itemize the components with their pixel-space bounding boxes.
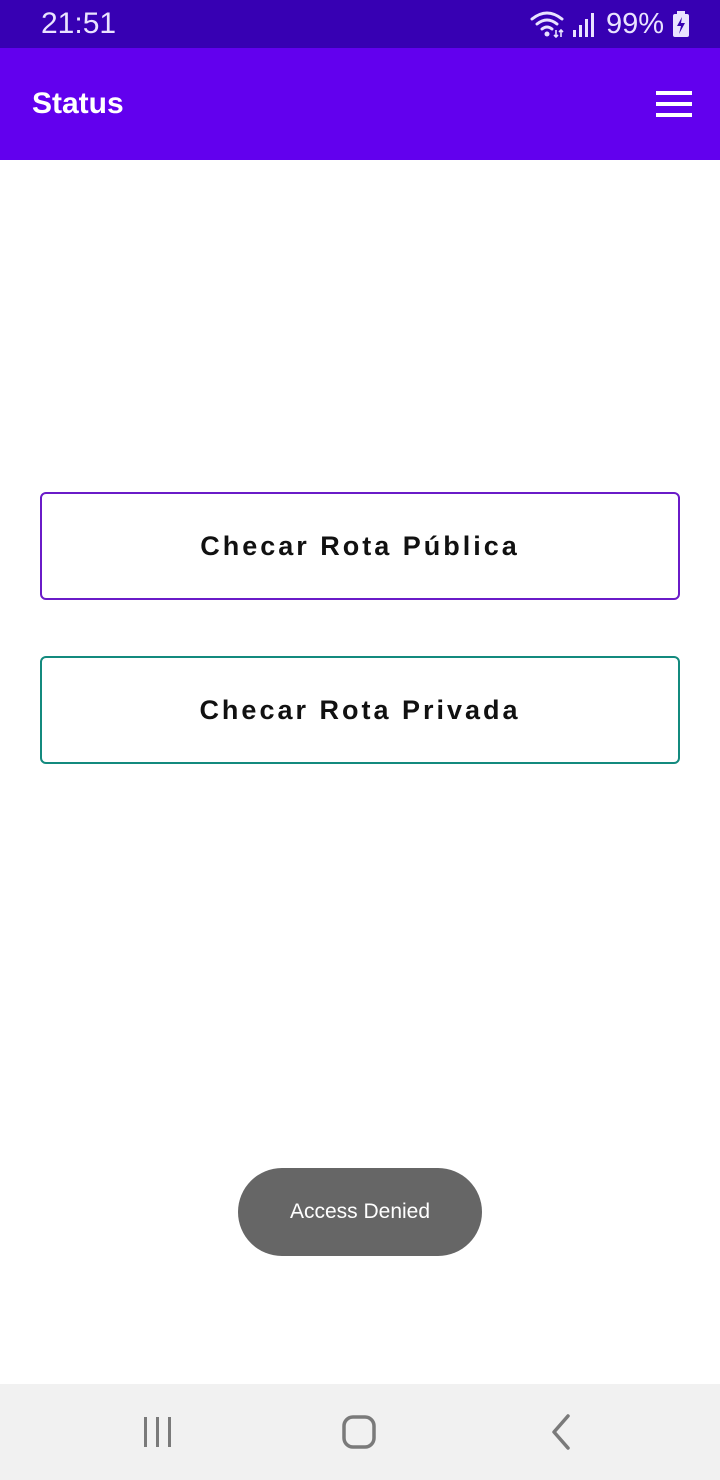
hamburger-menu-icon bbox=[656, 91, 692, 117]
battery-charging-icon bbox=[672, 10, 690, 38]
app-bar: Status bbox=[0, 48, 720, 160]
check-private-route-button[interactable]: Checar Rota Privada bbox=[40, 656, 680, 764]
battery-percentage: 99% bbox=[605, 8, 664, 40]
status-bar: 21:51 99% bbox=[0, 0, 720, 48]
check-public-route-label: Checar Rota Pública bbox=[200, 530, 520, 561]
status-icons: 99% bbox=[530, 6, 690, 42]
navigation-bar bbox=[0, 1384, 720, 1480]
recents-icon bbox=[144, 1417, 171, 1447]
wifi-icon bbox=[530, 10, 564, 38]
check-private-route-label: Checar Rota Privada bbox=[199, 694, 521, 725]
back-button[interactable] bbox=[537, 1408, 585, 1456]
home-icon bbox=[342, 1415, 376, 1449]
check-public-route-button[interactable]: Checar Rota Pública bbox=[40, 492, 680, 600]
back-icon bbox=[552, 1414, 570, 1450]
signal-icon bbox=[572, 10, 598, 38]
page-title: Status bbox=[32, 87, 124, 120]
status-time: 21:51 bbox=[41, 7, 117, 40]
toast-message: Access Denied bbox=[238, 1168, 482, 1256]
recents-button[interactable] bbox=[134, 1408, 182, 1456]
toast-text: Access Denied bbox=[289, 1200, 431, 1223]
hamburger-menu-button[interactable] bbox=[654, 84, 696, 124]
home-button[interactable] bbox=[335, 1408, 383, 1456]
